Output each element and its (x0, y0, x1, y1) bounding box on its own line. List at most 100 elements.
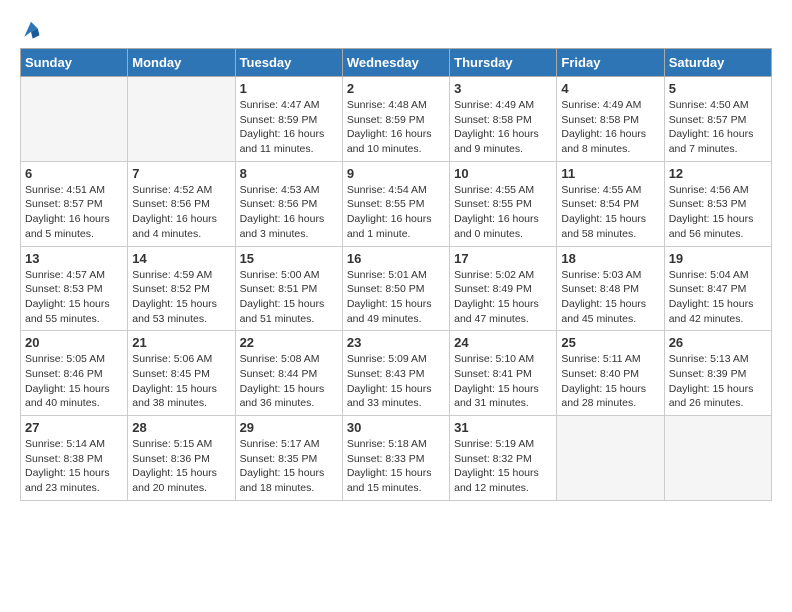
day-number: 24 (454, 335, 552, 350)
day-info: Sunrise: 5:13 AMSunset: 8:39 PMDaylight:… (669, 352, 767, 411)
calendar-cell: 8Sunrise: 4:53 AMSunset: 8:56 PMDaylight… (235, 161, 342, 246)
day-info: Sunrise: 5:11 AMSunset: 8:40 PMDaylight:… (561, 352, 659, 411)
weekday-header-monday: Monday (128, 49, 235, 77)
day-info: Sunrise: 4:49 AMSunset: 8:58 PMDaylight:… (454, 98, 552, 157)
calendar-cell: 23 Sunrise: 5:09 AMSunset: 8:43 PMDayligh… (342, 331, 449, 416)
day-number: 19 (669, 251, 767, 266)
calendar-cell: 14Sunrise: 4:59 AMSunset: 8:52 PMDayligh… (128, 246, 235, 331)
week-row-3: 13 Sunrise: 4:57 AMSunset: 8:53 PMDayligh… (21, 246, 772, 331)
calendar-cell: 15Sunrise: 5:00 AMSunset: 8:51 PMDayligh… (235, 246, 342, 331)
calendar-cell (21, 77, 128, 162)
day-info: Sunrise: 4:54 AMSunset: 8:55 PMDaylight:… (347, 183, 445, 242)
calendar-cell: 19 Sunrise: 5:04 AMSunset: 8:47 PMDayligh… (664, 246, 771, 331)
day-info: Sunrise: 5:03 AMSunset: 8:48 PMDaylight:… (561, 268, 659, 327)
calendar-cell: 12 Sunrise: 4:56 AMSunset: 8:53 PMDayligh… (664, 161, 771, 246)
day-number: 15 (240, 251, 338, 266)
calendar-cell: 2 Sunrise: 4:48 AMSunset: 8:59 PMDaylight… (342, 77, 449, 162)
day-number: 18 (561, 251, 659, 266)
calendar-cell: 22Sunrise: 5:08 AMSunset: 8:44 PMDayligh… (235, 331, 342, 416)
calendar-cell: 9 Sunrise: 4:54 AMSunset: 8:55 PMDaylight… (342, 161, 449, 246)
day-info: Sunrise: 5:14 AMSunset: 8:38 PMDaylight:… (25, 437, 123, 496)
day-info: Sunrise: 5:15 AMSunset: 8:36 PMDaylight:… (132, 437, 230, 496)
day-info: Sunrise: 5:05 AMSunset: 8:46 PMDaylight:… (25, 352, 123, 411)
calendar: SundayMondayTuesdayWednesdayThursdayFrid… (20, 48, 772, 501)
calendar-cell: 6 Sunrise: 4:51 AMSunset: 8:57 PMDaylight… (21, 161, 128, 246)
day-number: 1 (240, 81, 338, 96)
day-info: Sunrise: 4:51 AMSunset: 8:57 PMDaylight:… (25, 183, 123, 242)
day-info: Sunrise: 5:01 AMSunset: 8:50 PMDaylight:… (347, 268, 445, 327)
calendar-cell: 16 Sunrise: 5:01 AMSunset: 8:50 PMDayligh… (342, 246, 449, 331)
calendar-cell: 28 Sunrise: 5:15 AMSunset: 8:36 PMDayligh… (128, 416, 235, 501)
calendar-cell: 4 Sunrise: 4:49 AMSunset: 8:58 PMDaylight… (557, 77, 664, 162)
day-number: 25 (561, 335, 659, 350)
day-number: 23 (347, 335, 445, 350)
day-number: 17 (454, 251, 552, 266)
day-info: Sunrise: 5:06 AMSunset: 8:45 PMDaylight:… (132, 352, 230, 411)
calendar-cell: 17 Sunrise: 5:02 AMSunset: 8:49 PMDayligh… (450, 246, 557, 331)
calendar-cell: 1 Sunrise: 4:47 AMSunset: 8:59 PMDaylight… (235, 77, 342, 162)
logo-bird-icon (22, 20, 40, 42)
day-number: 7 (132, 166, 230, 181)
day-info: Sunrise: 4:47 AMSunset: 8:59 PMDaylight:… (240, 98, 338, 157)
calendar-cell (128, 77, 235, 162)
day-info: Sunrise: 5:18 AMSunset: 8:33 PMDaylight:… (347, 437, 445, 496)
weekday-header-thursday: Thursday (450, 49, 557, 77)
weekday-header-wednesday: Wednesday (342, 49, 449, 77)
calendar-cell: 20 Sunrise: 5:05 AMSunset: 8:46 PMDayligh… (21, 331, 128, 416)
day-number: 31 (454, 420, 552, 435)
day-number: 27 (25, 420, 123, 435)
week-row-2: 6 Sunrise: 4:51 AMSunset: 8:57 PMDaylight… (21, 161, 772, 246)
day-number: 26 (669, 335, 767, 350)
day-info: Sunrise: 4:55 AMSunset: 8:55 PMDaylight:… (454, 183, 552, 242)
week-row-4: 20 Sunrise: 5:05 AMSunset: 8:46 PMDayligh… (21, 331, 772, 416)
week-row-1: 1 Sunrise: 4:47 AMSunset: 8:59 PMDaylight… (21, 77, 772, 162)
day-number: 13 (25, 251, 123, 266)
day-number: 5 (669, 81, 767, 96)
calendar-cell: 30 Sunrise: 5:18 AMSunset: 8:33 PMDayligh… (342, 416, 449, 501)
day-info: Sunrise: 5:17 AMSunset: 8:35 PMDaylight:… (240, 437, 338, 496)
day-info: Sunrise: 5:04 AMSunset: 8:47 PMDaylight:… (669, 268, 767, 327)
calendar-cell (664, 416, 771, 501)
day-number: 10 (454, 166, 552, 181)
calendar-cell: 26 Sunrise: 5:13 AMSunset: 8:39 PMDayligh… (664, 331, 771, 416)
day-number: 9 (347, 166, 445, 181)
calendar-cell: 11Sunrise: 4:55 AMSunset: 8:54 PMDayligh… (557, 161, 664, 246)
day-number: 2 (347, 81, 445, 96)
day-number: 28 (132, 420, 230, 435)
calendar-cell: 3 Sunrise: 4:49 AMSunset: 8:58 PMDaylight… (450, 77, 557, 162)
day-info: Sunrise: 4:49 AMSunset: 8:58 PMDaylight:… (561, 98, 659, 157)
calendar-cell: 7 Sunrise: 4:52 AMSunset: 8:56 PMDaylight… (128, 161, 235, 246)
calendar-cell: 31Sunrise: 5:19 AMSunset: 8:32 PMDayligh… (450, 416, 557, 501)
day-number: 4 (561, 81, 659, 96)
day-number: 20 (25, 335, 123, 350)
day-info: Sunrise: 4:57 AMSunset: 8:53 PMDaylight:… (25, 268, 123, 327)
calendar-cell: 13 Sunrise: 4:57 AMSunset: 8:53 PMDayligh… (21, 246, 128, 331)
day-info: Sunrise: 5:08 AMSunset: 8:44 PMDaylight:… (240, 352, 338, 411)
calendar-cell: 29Sunrise: 5:17 AMSunset: 8:35 PMDayligh… (235, 416, 342, 501)
day-number: 6 (25, 166, 123, 181)
weekday-header-sunday: Sunday (21, 49, 128, 77)
day-info: Sunrise: 4:53 AMSunset: 8:56 PMDaylight:… (240, 183, 338, 242)
calendar-cell: 10 Sunrise: 4:55 AMSunset: 8:55 PMDayligh… (450, 161, 557, 246)
day-number: 12 (669, 166, 767, 181)
day-number: 16 (347, 251, 445, 266)
day-number: 14 (132, 251, 230, 266)
weekday-header-friday: Friday (557, 49, 664, 77)
calendar-cell: 21Sunrise: 5:06 AMSunset: 8:45 PMDayligh… (128, 331, 235, 416)
day-info: Sunrise: 4:48 AMSunset: 8:59 PMDaylight:… (347, 98, 445, 157)
day-info: Sunrise: 4:50 AMSunset: 8:57 PMDaylight:… (669, 98, 767, 157)
day-number: 3 (454, 81, 552, 96)
calendar-cell: 27 Sunrise: 5:14 AMSunset: 8:38 PMDayligh… (21, 416, 128, 501)
day-info: Sunrise: 4:56 AMSunset: 8:53 PMDaylight:… (669, 183, 767, 242)
day-info: Sunrise: 5:10 AMSunset: 8:41 PMDaylight:… (454, 352, 552, 411)
day-info: Sunrise: 4:52 AMSunset: 8:56 PMDaylight:… (132, 183, 230, 242)
day-info: Sunrise: 5:02 AMSunset: 8:49 PMDaylight:… (454, 268, 552, 327)
day-info: Sunrise: 5:09 AMSunset: 8:43 PMDaylight:… (347, 352, 445, 411)
calendar-cell: 18 Sunrise: 5:03 AMSunset: 8:48 PMDayligh… (557, 246, 664, 331)
calendar-cell: 5 Sunrise: 4:50 AMSunset: 8:57 PMDaylight… (664, 77, 771, 162)
calendar-cell: 24 Sunrise: 5:10 AMSunset: 8:41 PMDayligh… (450, 331, 557, 416)
header (20, 20, 772, 38)
logo (20, 20, 40, 38)
day-number: 30 (347, 420, 445, 435)
calendar-cell (557, 416, 664, 501)
